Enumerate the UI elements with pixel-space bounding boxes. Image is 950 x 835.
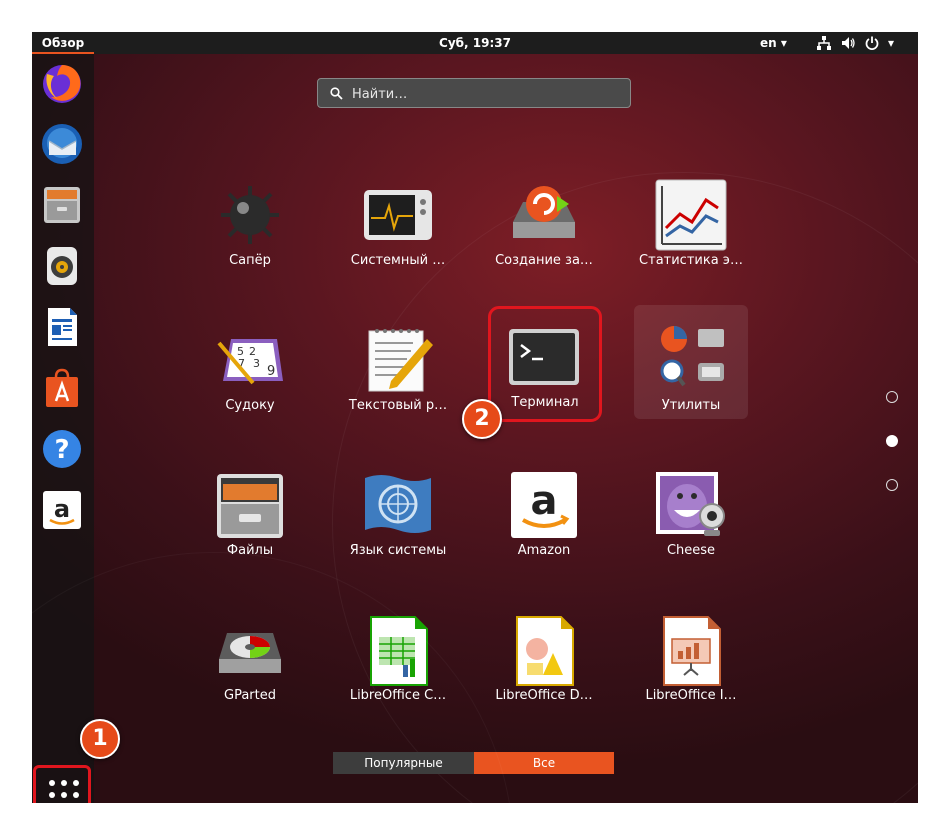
language-indicator[interactable]: en ▾ (760, 32, 787, 54)
amazon-icon: a (43, 491, 81, 529)
activities-button[interactable]: Обзор (32, 32, 94, 54)
tab-popular[interactable]: Популярные (333, 752, 474, 774)
app-backups[interactable]: Создание за… (485, 160, 603, 280)
app-label: Статистика э… (639, 253, 743, 268)
shopping-bag-icon (46, 368, 78, 407)
app-label: LibreOffice C… (349, 688, 447, 703)
app-label: Судоку (225, 398, 275, 413)
network-icon (817, 36, 831, 50)
app-label: Системный … (350, 253, 446, 268)
system-tray[interactable]: ▾ (816, 35, 894, 51)
file-cabinet-icon (213, 468, 287, 542)
app-cheese[interactable]: Cheese (632, 450, 750, 570)
svg-text:a: a (54, 495, 70, 523)
backup-icon (507, 178, 581, 252)
amazon-icon: a (507, 468, 581, 542)
question-icon: ? (43, 430, 81, 468)
document-icon (48, 308, 77, 346)
app-label: Amazon (517, 543, 571, 558)
annotation-badge-2: 2 (462, 399, 502, 439)
svg-text:9: 9 (267, 364, 275, 379)
dock-item-rhythmbox[interactable] (39, 243, 85, 289)
app-folder-utilities[interactable]: Утилиты (634, 305, 748, 419)
app-files[interactable]: Файлы (191, 450, 309, 570)
app-sudoku[interactable]: 52 37 9 Судоку (191, 305, 309, 425)
text-editor-icon (361, 323, 435, 397)
page-indicator-2[interactable] (886, 435, 898, 447)
file-cabinet-icon (44, 187, 80, 223)
search-box[interactable] (317, 78, 631, 108)
speaker-icon (47, 247, 77, 285)
app-label: LibreOffice D… (495, 688, 593, 703)
app-filter-tabs: Популярные Все (333, 752, 614, 774)
app-gparted[interactable]: GParted (191, 595, 309, 715)
app-libreoffice-calc[interactable]: LibreOffice C… (339, 595, 457, 715)
app-libreoffice-draw[interactable]: LibreOffice D… (485, 595, 603, 715)
top-bar: Обзор Суб, 19:37 en ▾ ▾ (32, 32, 918, 54)
svg-text:a: a (531, 478, 558, 524)
terminal-icon (507, 323, 581, 397)
app-label: Терминал (511, 395, 579, 410)
language-label: en (760, 36, 777, 50)
search-input[interactable] (350, 83, 624, 105)
svg-text:?: ? (54, 435, 69, 465)
app-amazon[interactable]: a Amazon (485, 450, 603, 570)
app-language-support[interactable]: Язык системы (339, 450, 457, 570)
page-indicator-3[interactable] (886, 479, 898, 491)
dock-item-firefox[interactable] (39, 60, 85, 106)
app-label: Утилиты (661, 398, 721, 413)
disk-partition-icon (213, 613, 287, 687)
app-libreoffice-impress[interactable]: LibreOffice I… (632, 595, 750, 715)
dock-item-help[interactable]: ? (39, 426, 85, 472)
app-power-statistics[interactable]: Статистика э… (632, 160, 750, 280)
page-indicator-1[interactable] (886, 391, 898, 403)
mail-icon (42, 124, 82, 164)
app-minesweeper[interactable]: Сапёр (191, 160, 309, 280)
dock-item-files[interactable] (39, 182, 85, 228)
app-label: Файлы (226, 543, 274, 558)
presentation-icon (654, 613, 728, 687)
utilities-folder-icon (654, 319, 728, 393)
chevron-down-icon: ▾ (780, 36, 787, 50)
svg-text:3: 3 (253, 357, 260, 370)
app-system-monitor[interactable]: Системный … (339, 160, 457, 280)
app-label: Текстовый р… (348, 398, 448, 413)
dock-item-software[interactable] (39, 365, 85, 411)
dock-item-thunderbird[interactable] (39, 121, 85, 167)
tab-all[interactable]: Все (474, 752, 614, 774)
volume-icon (842, 37, 855, 49)
app-label: Язык системы (349, 543, 447, 558)
app-label: Cheese (666, 543, 716, 558)
annotation-badge-1: 1 (80, 719, 120, 759)
power-statistics-icon (654, 178, 728, 252)
grid-dots-icon (49, 780, 79, 803)
search-icon (330, 87, 343, 100)
dock-item-amazon[interactable]: a (39, 487, 85, 533)
chevron-down-icon: ▾ (888, 36, 895, 50)
app-terminal[interactable]: Терминал (488, 306, 602, 422)
app-label: Создание за… (495, 253, 593, 268)
power-icon (865, 36, 879, 50)
mine-icon (213, 178, 287, 252)
show-applications-button[interactable] (33, 765, 91, 803)
draw-icon (507, 613, 581, 687)
language-flag-icon (361, 468, 435, 542)
cheese-webcam-icon (654, 468, 728, 542)
dock: ? a (32, 54, 94, 803)
app-label: LibreOffice I… (645, 688, 737, 703)
sudoku-icon: 52 37 9 (213, 323, 287, 397)
system-monitor-icon (361, 178, 435, 252)
app-text-editor[interactable]: Текстовый р… (339, 305, 457, 425)
firefox-icon (43, 65, 81, 103)
spreadsheet-icon (361, 613, 435, 687)
app-label: Сапёр (229, 253, 271, 268)
dock-item-writer[interactable] (39, 304, 85, 350)
clock-label[interactable]: Суб, 19:37 (439, 36, 511, 50)
app-label: GParted (224, 688, 276, 703)
